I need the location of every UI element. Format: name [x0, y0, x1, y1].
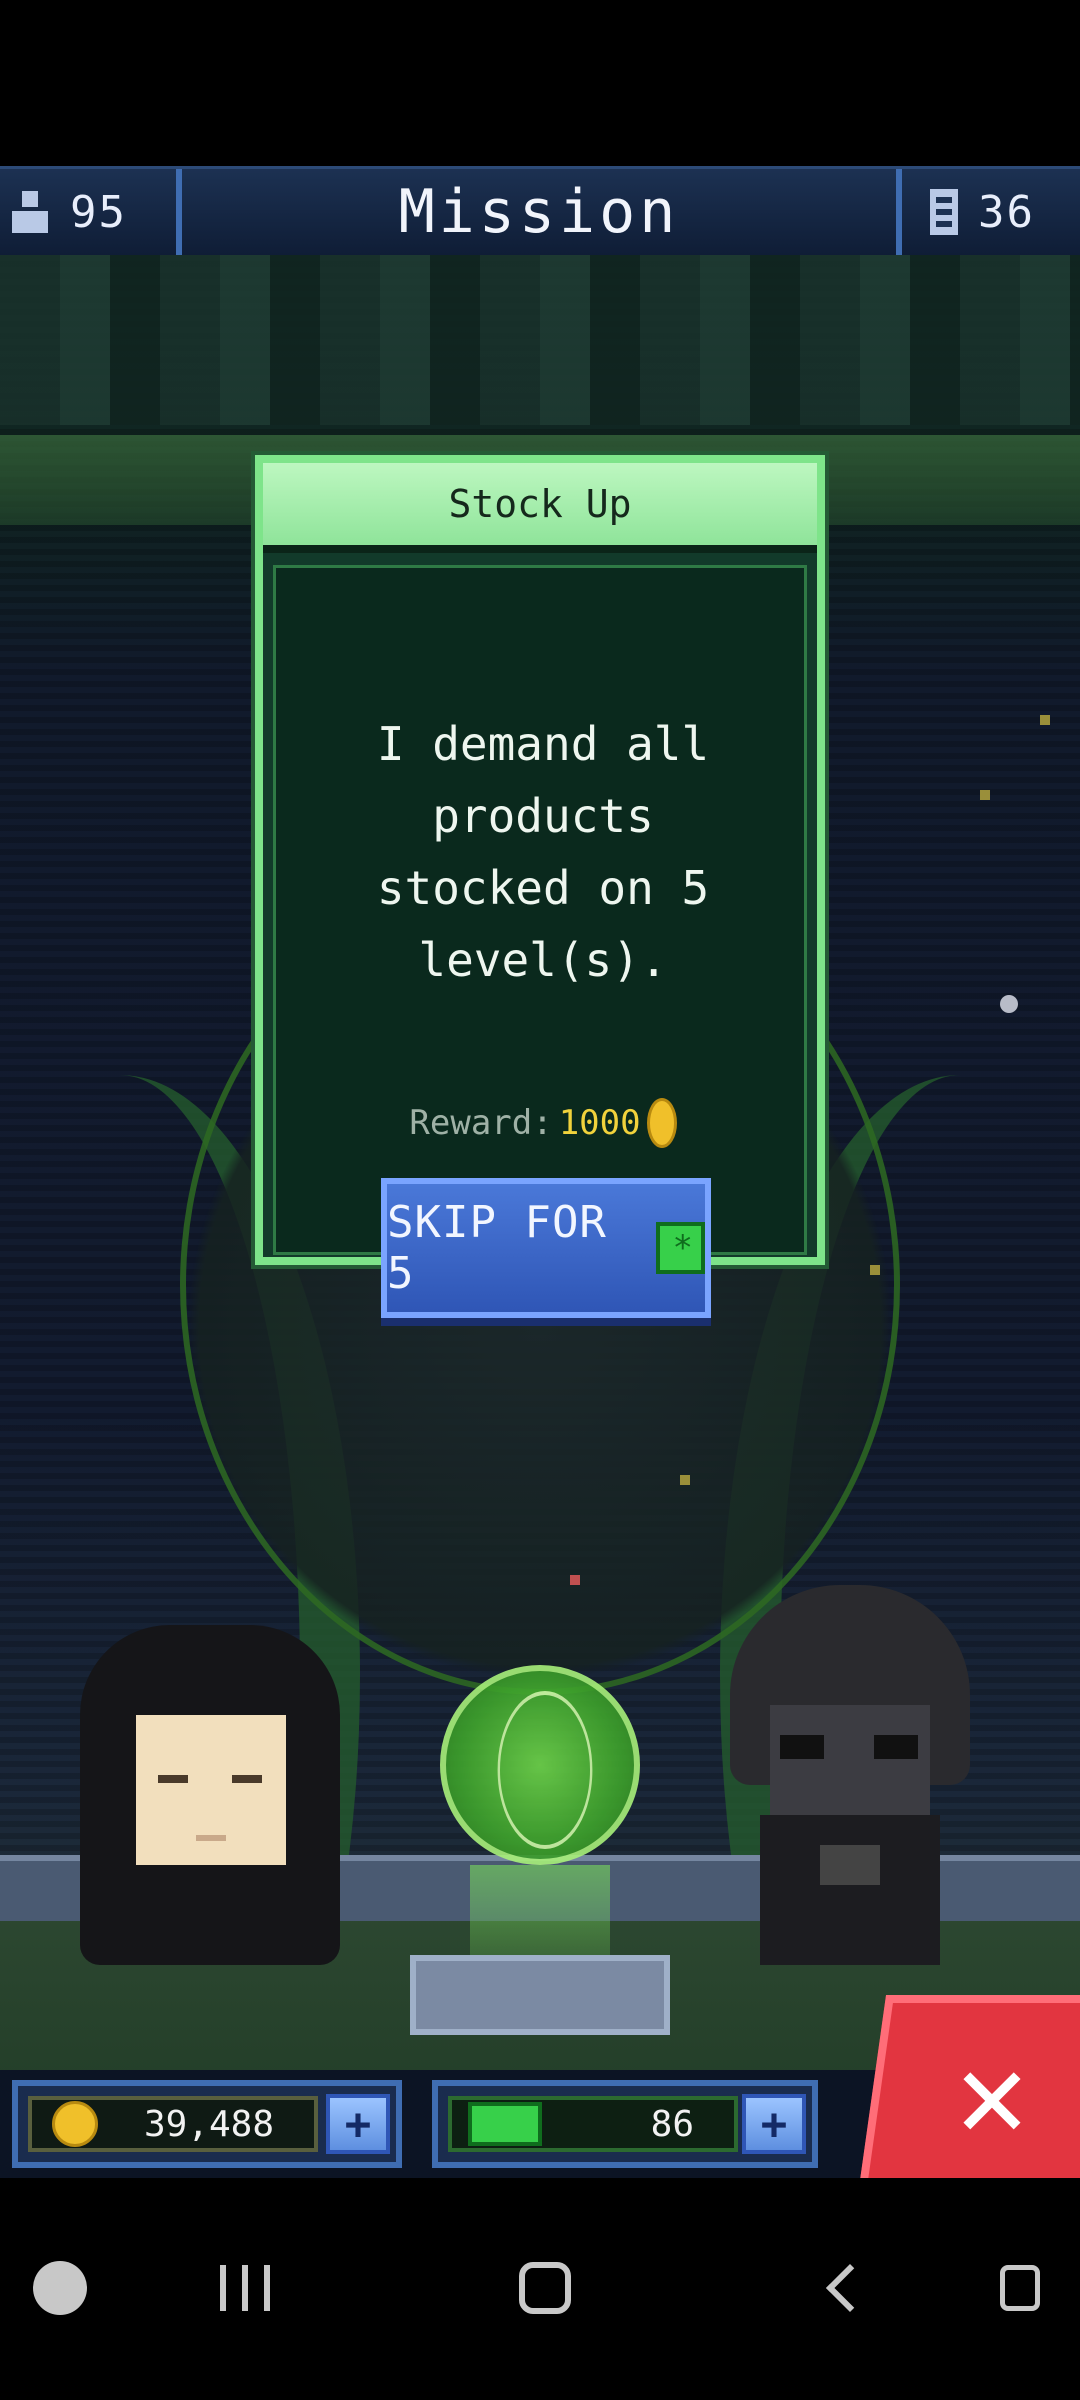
assistant-icon — [1000, 2265, 1040, 2311]
floors-value: 36 — [978, 186, 1035, 238]
add-coins-button[interactable]: + — [326, 2094, 390, 2154]
emperor-character[interactable] — [80, 1625, 340, 1965]
star — [570, 1575, 580, 1585]
hologram-pedestal — [410, 1955, 670, 2035]
population-value: 95 — [70, 186, 127, 238]
vader-eye — [874, 1735, 918, 1759]
close-button[interactable]: ✕ — [857, 1995, 1080, 2195]
recent-apps-icon — [220, 2265, 270, 2311]
top-hud: 95 Mission 36 — [0, 166, 1080, 258]
emperor-eye — [232, 1775, 262, 1783]
coins-value: 39,488 — [143, 2103, 274, 2145]
mission-line-2: stocked on 5 level(s). — [376, 861, 710, 987]
back-icon — [825, 2263, 875, 2313]
gamepad-icon — [33, 2261, 87, 2315]
screen-title: Mission — [398, 177, 680, 247]
reward-row: Reward: 1000 — [276, 1098, 810, 1148]
bux-value: 86 — [650, 2103, 694, 2145]
ceiling-pixels — [0, 255, 1080, 425]
bux-icon — [656, 1222, 705, 1274]
vader-chest-panel — [820, 1845, 880, 1885]
dialog-body: I demand all products stocked on 5 level… — [273, 565, 810, 1318]
vader-body — [760, 1815, 940, 1965]
bux-field: 86 — [448, 2096, 738, 2152]
reward-label: Reward: — [409, 1103, 553, 1143]
skip-button-label: SKIP FOR 5 — [387, 1197, 607, 1299]
star — [1040, 715, 1050, 725]
game-launcher-button[interactable] — [20, 2248, 100, 2328]
floors-counter[interactable]: 36 — [898, 169, 1080, 255]
close-icon: ✕ — [955, 2025, 1029, 2165]
skip-mission-button[interactable]: SKIP FOR 5 — [381, 1178, 711, 1318]
recent-apps-button[interactable] — [200, 2248, 290, 2328]
star — [680, 1475, 690, 1485]
reward-amount: 1000 — [558, 1103, 641, 1143]
star — [980, 790, 990, 800]
bux-wallet: 86 + — [432, 2080, 818, 2168]
mission-dialog: Stock Up I demand all products stocked o… — [255, 455, 825, 1318]
emperor-mouth — [196, 1835, 226, 1841]
dialog-title-bar: Stock Up — [263, 463, 817, 553]
star — [1000, 995, 1018, 1013]
emperor-face — [136, 1715, 286, 1865]
coins-wallet: 39,488 + — [12, 2080, 402, 2168]
floors-icon — [930, 189, 958, 235]
mission-line-1: I demand all products — [376, 717, 710, 843]
back-button[interactable] — [820, 2248, 880, 2328]
mission-description: I demand all products stocked on 5 level… — [276, 708, 810, 996]
coins-field: 39,488 — [28, 2096, 318, 2152]
emperor-eye — [158, 1775, 188, 1783]
vader-mask — [770, 1705, 930, 1825]
dialog-title: Stock Up — [448, 482, 632, 526]
vader-character[interactable] — [710, 1585, 990, 1965]
home-button[interactable] — [500, 2248, 590, 2328]
vader-eye — [780, 1735, 824, 1759]
hologram-globe — [440, 1665, 640, 1865]
bux-icon — [468, 2102, 542, 2146]
home-icon — [519, 2262, 571, 2314]
screen-title-bar: Mission — [178, 169, 900, 255]
coin-icon — [52, 2101, 98, 2147]
assistant-button[interactable] — [980, 2248, 1060, 2328]
coin-icon — [646, 1098, 677, 1148]
add-bux-button[interactable]: + — [742, 2094, 806, 2154]
star — [870, 1265, 880, 1275]
system-navigation-bar — [0, 2178, 1080, 2400]
person-icon — [10, 189, 50, 235]
population-counter[interactable]: 95 — [0, 169, 180, 255]
